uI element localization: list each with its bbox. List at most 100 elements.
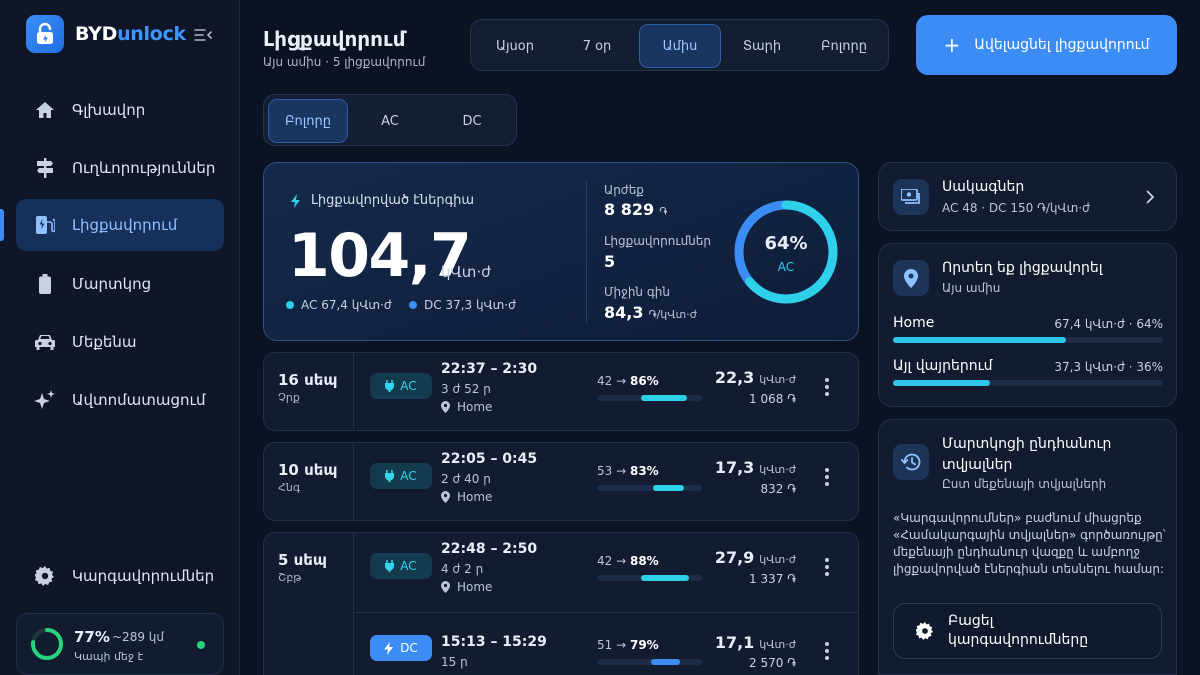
open-settings-button[interactable]: Բացել կարգավորումները	[893, 603, 1162, 659]
chevron-right-icon[interactable]	[1146, 190, 1155, 204]
more-options-icon[interactable]	[820, 378, 834, 396]
add-charging-label: Ավելացնել լիցքավորում	[974, 37, 1150, 53]
nav-label-charging: Լիցքավորում	[72, 216, 178, 234]
nav-item-automation[interactable]: Ավտոմատացում	[16, 374, 224, 426]
nav-item-battery[interactable]: Մարտկոց	[16, 258, 224, 310]
tab-type-all[interactable]: Բոլորը	[268, 99, 348, 143]
tariffs-card[interactable]: Սակագներ AC 48 · DC 150 ֏/կՎտ·ժ	[878, 162, 1177, 231]
legend-ac: AC 67,4 կՎտ·ժ	[286, 298, 392, 312]
soc-change: 42 → 86%	[597, 374, 659, 388]
locations-title: Որտեղ եք լիցքավորել	[942, 260, 1103, 276]
legend-dc-text: DC 37,3 կՎտ·ժ	[424, 298, 517, 312]
soc-bar-fill	[641, 575, 690, 581]
nav-item-trips[interactable]: Ուղևորություններ	[16, 142, 224, 194]
sidebar: BYDunlock Գլխավոր Ուղևորություններ Լիցքա…	[0, 0, 240, 675]
tab-all[interactable]: Բոլորը	[803, 24, 885, 68]
badge-label: AC	[400, 559, 417, 573]
nav-item-car[interactable]: Մեքենա	[16, 316, 224, 368]
energy-label-text: Լիցքավորված էներգիա	[311, 193, 475, 208]
session-date-day: 10 սեպ	[278, 461, 338, 479]
soc-bar	[597, 485, 702, 491]
session-cost: 1 068 ֏	[749, 392, 796, 406]
location-pin-icon	[441, 581, 450, 593]
dc-type-badge: DC	[370, 635, 432, 661]
tab-year[interactable]: Տարի	[723, 24, 801, 68]
app-name: BYDunlock	[75, 23, 186, 45]
open-settings-line1: Բացել	[948, 613, 994, 629]
add-charging-button[interactable]: + Ավելացնել լիցքավորում	[916, 15, 1177, 75]
soc-bar-fill	[650, 659, 680, 665]
soc-bar	[597, 395, 702, 401]
charging-locations-card: Որտեղ եք լիցքավորել Այս ամիս Home 67,4 կ…	[878, 243, 1177, 407]
charge-type-tabs: Բոլորը AC DC	[263, 94, 517, 146]
donut-percent: 64%	[764, 233, 808, 254]
tab-month[interactable]: Ամիս	[639, 24, 721, 68]
session-energy-value: 22,3	[714, 368, 755, 387]
session-time: 15:13 – 15:29	[441, 634, 547, 650]
location-share-fill	[893, 380, 991, 386]
tab-7-days[interactable]: 7 օր	[557, 24, 637, 68]
session-group-3[interactable]: 5 սեպ Շբթ AC 22:48 – 2:50 4 ժ 2 ր Home 4…	[263, 532, 859, 675]
signpost-icon	[34, 157, 56, 179]
ac-type-badge: AC	[370, 463, 432, 489]
tab-type-ac[interactable]: AC	[350, 99, 430, 143]
nav-item-charging[interactable]: Լիցքավորում	[16, 199, 224, 251]
legend-ac-dot	[286, 301, 294, 309]
battery-status-card[interactable]: 77% ~289 կմ Կապի մեջ է	[16, 613, 224, 675]
tab-type-dc[interactable]: DC	[432, 99, 512, 143]
session-row[interactable]: AC 22:37 – 2:30 3 ժ 52 ր Home 42 → 86% 2…	[354, 353, 858, 430]
logo-text-part2: unlock	[117, 23, 186, 45]
location-pin-icon	[441, 491, 450, 503]
sessions-value: 5	[604, 252, 616, 271]
session-energy-unit: կՎտ·ժ	[759, 373, 796, 386]
location-share-fill	[893, 337, 1066, 343]
cash-icon	[893, 179, 929, 215]
session-group-2[interactable]: 10 սեպ Հնգ AC 22:05 – 0:45 2 ժ 40 ր Home…	[263, 442, 859, 521]
location-pin-icon	[441, 401, 450, 413]
soc-to: 86%	[629, 374, 659, 388]
nav-item-settings[interactable]: Կարգավորումներ	[16, 550, 224, 602]
session-row[interactable]: DC 15:13 – 15:29 15 ր 51 → 79% 17,1 կՎտ·ժ…	[354, 612, 858, 675]
session-duration: 15 ր	[441, 655, 468, 669]
logo-text-part1: BYD	[75, 23, 118, 45]
soc-from: 51	[597, 638, 613, 652]
soc-to: 79%	[629, 638, 659, 652]
history-subtitle: Ըստ մեքենայի տվյալների	[942, 477, 1107, 491]
history-title-line2: տվյալներ	[942, 457, 1013, 473]
location-share-bar	[893, 337, 1163, 343]
session-date: 5 սեպ Շբթ	[264, 533, 354, 675]
nav-label-settings: Կարգավորումներ	[72, 567, 215, 585]
session-location: Home	[441, 400, 492, 414]
more-options-icon[interactable]	[820, 468, 834, 486]
session-location: Home	[441, 580, 492, 594]
app-logo[interactable]: BYDunlock	[26, 15, 186, 53]
session-row[interactable]: AC 22:48 – 2:50 4 ժ 2 ր Home 42 → 88% 27…	[354, 533, 858, 617]
ac-type-badge: AC	[370, 373, 432, 399]
history-title-line1: Մարտկոցի ընդհանուր	[942, 436, 1112, 452]
avg-price-number: 84,3	[604, 303, 644, 322]
plug-icon	[385, 470, 395, 482]
avg-price-value: 84,3 ֏/կՎտ·ժ	[604, 303, 697, 322]
tab-today[interactable]: Այսօր	[475, 24, 555, 68]
collapse-sidebar-icon[interactable]	[194, 27, 212, 41]
soc-change: 53 → 83%	[597, 464, 659, 478]
legend-dc: DC 37,3 կՎտ·ժ	[409, 298, 516, 312]
more-options-icon[interactable]	[820, 642, 834, 660]
battery-ring-gauge	[31, 628, 63, 660]
session-group-1[interactable]: 16 սեպ Չրք AC 22:37 – 2:30 3 ժ 52 ր Home…	[263, 352, 859, 431]
nav-label-home: Գլխավոր	[72, 101, 146, 119]
battery-history-card: Մարտկոցի ընդհանուր տվյալներ Ըստ մեքենայի…	[878, 419, 1177, 675]
battery-icon	[34, 273, 56, 295]
energy-total-unit: կՎտ·ժ	[441, 263, 492, 281]
home-icon	[34, 99, 56, 121]
bolt-icon	[384, 641, 394, 655]
badge-label: AC	[400, 379, 417, 393]
more-options-icon[interactable]	[820, 558, 834, 576]
ac-type-badge: AC	[370, 553, 432, 579]
battery-percent: 77%	[74, 628, 110, 646]
session-row[interactable]: AC 22:05 – 0:45 2 ժ 40 ր Home 53 → 83% 1…	[354, 443, 858, 520]
nav-label-battery: Մարտկոց	[72, 275, 152, 293]
session-energy: 17,1 կՎտ·ժ	[715, 633, 796, 652]
location-share-bar	[893, 380, 1163, 386]
nav-item-home[interactable]: Գլխավոր	[16, 84, 224, 136]
